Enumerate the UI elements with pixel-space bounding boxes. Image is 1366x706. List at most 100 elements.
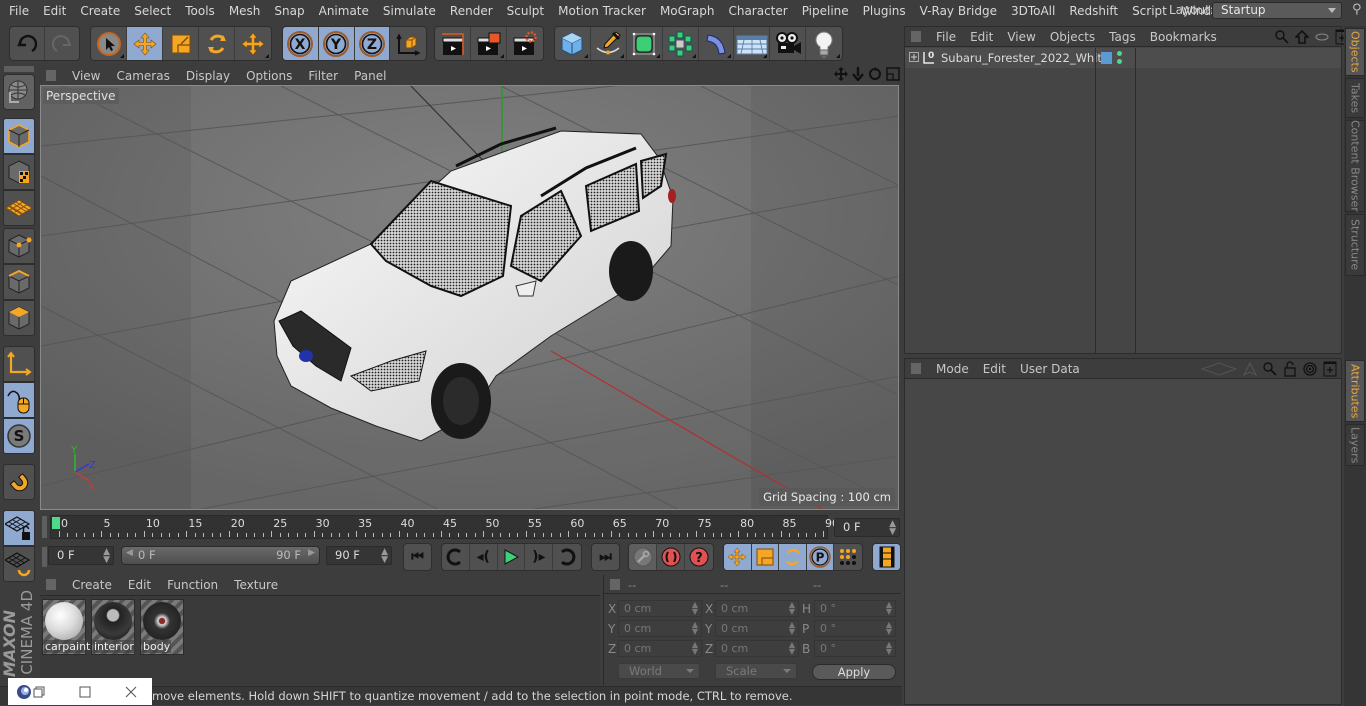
- keyframe-selection-button[interactable]: [629, 544, 657, 570]
- coordinate-type-select[interactable]: Scale: [715, 663, 797, 679]
- menu-plugins[interactable]: Plugins: [856, 4, 913, 18]
- menu-create[interactable]: Create: [73, 4, 127, 18]
- spinner-icon[interactable]: ▲ ▼: [692, 621, 698, 636]
- menu-tools[interactable]: Tools: [178, 4, 222, 18]
- rotate-tool-button[interactable]: [199, 27, 235, 60]
- y-axis-lock-button[interactable]: Y: [318, 27, 355, 60]
- visibility-icon[interactable]: [1315, 30, 1329, 44]
- menu-simulate[interactable]: Simulate: [376, 4, 443, 18]
- coordinate-mode-select[interactable]: World: [618, 663, 700, 679]
- material-menu-edit[interactable]: Edit: [120, 578, 159, 592]
- panel-grip[interactable]: [46, 579, 56, 590]
- viewport-menu-view[interactable]: View: [64, 69, 108, 83]
- start-frame-field[interactable]: 0 F ▲ ▼: [48, 546, 114, 565]
- add-cloner-button[interactable]: [663, 27, 699, 60]
- add-camera-button[interactable]: [770, 27, 807, 60]
- target-icon[interactable]: [1303, 362, 1317, 376]
- objects-menu-tags[interactable]: Tags: [1102, 30, 1143, 44]
- next-frame-button[interactable]: )▸: [525, 544, 554, 570]
- spinner-icon[interactable]: ▲ ▼: [789, 621, 795, 636]
- menu-snap[interactable]: Snap: [267, 4, 311, 18]
- menu-select[interactable]: Select: [127, 4, 178, 18]
- menu-edit[interactable]: Edit: [36, 4, 73, 18]
- position-x-field[interactable]: 0 cm ▲ ▼: [618, 600, 702, 617]
- material-menu-create[interactable]: Create: [64, 578, 120, 592]
- editor-visibility-dot[interactable]: [1117, 51, 1122, 56]
- back-arrow-icon[interactable]: [1201, 362, 1237, 376]
- goto-start-button[interactable]: ⏮: [404, 544, 431, 570]
- menu-sculpt[interactable]: Sculpt: [500, 4, 551, 18]
- objects-menu-edit[interactable]: Edit: [963, 30, 1000, 44]
- rotation-h-field[interactable]: 0 ° ▲ ▼: [814, 600, 896, 617]
- viewport-menu-cameras[interactable]: Cameras: [108, 69, 177, 83]
- polygons-mode-button[interactable]: [3, 300, 35, 336]
- add-floor-button[interactable]: [734, 27, 771, 60]
- apply-button[interactable]: Apply: [812, 664, 896, 680]
- viewport-menu-filter[interactable]: Filter: [300, 69, 346, 83]
- search-icon[interactable]: ⚲: [1352, 2, 1366, 20]
- maximize-icon[interactable]: [79, 686, 91, 698]
- key-position-button[interactable]: [724, 544, 752, 570]
- playhead[interactable]: [52, 517, 60, 529]
- menu-mograph[interactable]: MoGraph: [653, 4, 722, 18]
- add-light-button[interactable]: [806, 27, 842, 60]
- key-rotation-button[interactable]: [779, 544, 807, 570]
- panel-grip[interactable]: [610, 578, 620, 590]
- menu-script[interactable]: Script: [1125, 4, 1174, 18]
- render-visibility-dot[interactable]: [1117, 59, 1122, 64]
- scale-tool-button[interactable]: [163, 27, 199, 60]
- objects-menu-file[interactable]: File: [929, 30, 963, 44]
- tab-structure[interactable]: Structure: [1345, 214, 1365, 276]
- make-editable-button[interactable]: [3, 74, 35, 110]
- new-panel-icon[interactable]: [1323, 361, 1337, 377]
- expand-plus-icon[interactable]: [909, 52, 919, 62]
- unlock-icon[interactable]: [1283, 361, 1297, 377]
- up-arrow-icon[interactable]: [1243, 362, 1257, 376]
- spinner-icon[interactable]: ▲ ▼: [789, 641, 795, 656]
- auto-keying-button[interactable]: ?: [685, 544, 713, 570]
- timeline-grip[interactable]: [42, 516, 47, 538]
- add-cube-button[interactable]: [555, 27, 591, 60]
- material-carpaint[interactable]: carpaint: [42, 599, 92, 655]
- key-point-level-button[interactable]: [834, 544, 862, 570]
- maximize-view-icon[interactable]: [886, 67, 900, 81]
- menu-animate[interactable]: Animate: [312, 4, 376, 18]
- add-subdivision-button[interactable]: [627, 27, 663, 60]
- range-right-arrow-icon[interactable]: ▶: [308, 548, 315, 558]
- toolbar-grip[interactable]: [4, 66, 34, 72]
- viewport-menu-options[interactable]: Options: [238, 69, 300, 83]
- menu-3dtoall[interactable]: 3DToAll: [1004, 4, 1062, 18]
- menu-character[interactable]: Character: [721, 4, 794, 18]
- current-frame-field[interactable]: 0 F ▲ ▼: [834, 518, 900, 537]
- range-left-arrow-icon[interactable]: ◀: [126, 548, 133, 558]
- material-body[interactable]: body: [140, 599, 184, 655]
- move-tool-button[interactable]: [127, 27, 163, 60]
- tab-attributes[interactable]: Attributes: [1345, 360, 1365, 422]
- menu-file[interactable]: File: [0, 4, 36, 18]
- position-z-field[interactable]: 0 cm ▲ ▼: [618, 640, 702, 657]
- objects-menu-view[interactable]: View: [1000, 30, 1042, 44]
- play-button[interactable]: [498, 544, 526, 570]
- menu-pipeline[interactable]: Pipeline: [795, 4, 856, 18]
- 3d-viewport[interactable]: Y Z X Perspective Grid Spacing : 100 cm: [40, 85, 899, 510]
- close-icon[interactable]: [125, 686, 137, 698]
- select-tool-button[interactable]: [91, 27, 127, 60]
- workplane-mode-button[interactable]: [3, 190, 35, 226]
- render-settings-button[interactable]: [507, 27, 543, 60]
- spinner-icon[interactable]: ▲ ▼: [886, 641, 892, 656]
- previous-keyframe-button[interactable]: [442, 544, 470, 570]
- attributes-menu-edit[interactable]: Edit: [976, 362, 1013, 376]
- spinner-icon[interactable]: ▲ ▼: [692, 641, 698, 656]
- tab-takes[interactable]: Takes: [1345, 78, 1365, 118]
- redo-button[interactable]: [45, 27, 79, 60]
- size-z-field[interactable]: 0 cm ▲ ▼: [715, 640, 799, 657]
- menu-redshift[interactable]: Redshift: [1062, 4, 1125, 18]
- add-spline-pen-button[interactable]: [591, 27, 627, 60]
- end-frame-field[interactable]: 90 F ▲ ▼: [326, 546, 392, 565]
- panel-grip[interactable]: [911, 363, 921, 374]
- search-icon[interactable]: [1275, 30, 1289, 44]
- menu-mesh[interactable]: Mesh: [222, 4, 268, 18]
- menu-render[interactable]: Render: [443, 4, 500, 18]
- material-interior[interactable]: interior: [91, 599, 135, 655]
- objects-menu-bookmarks[interactable]: Bookmarks: [1143, 30, 1224, 44]
